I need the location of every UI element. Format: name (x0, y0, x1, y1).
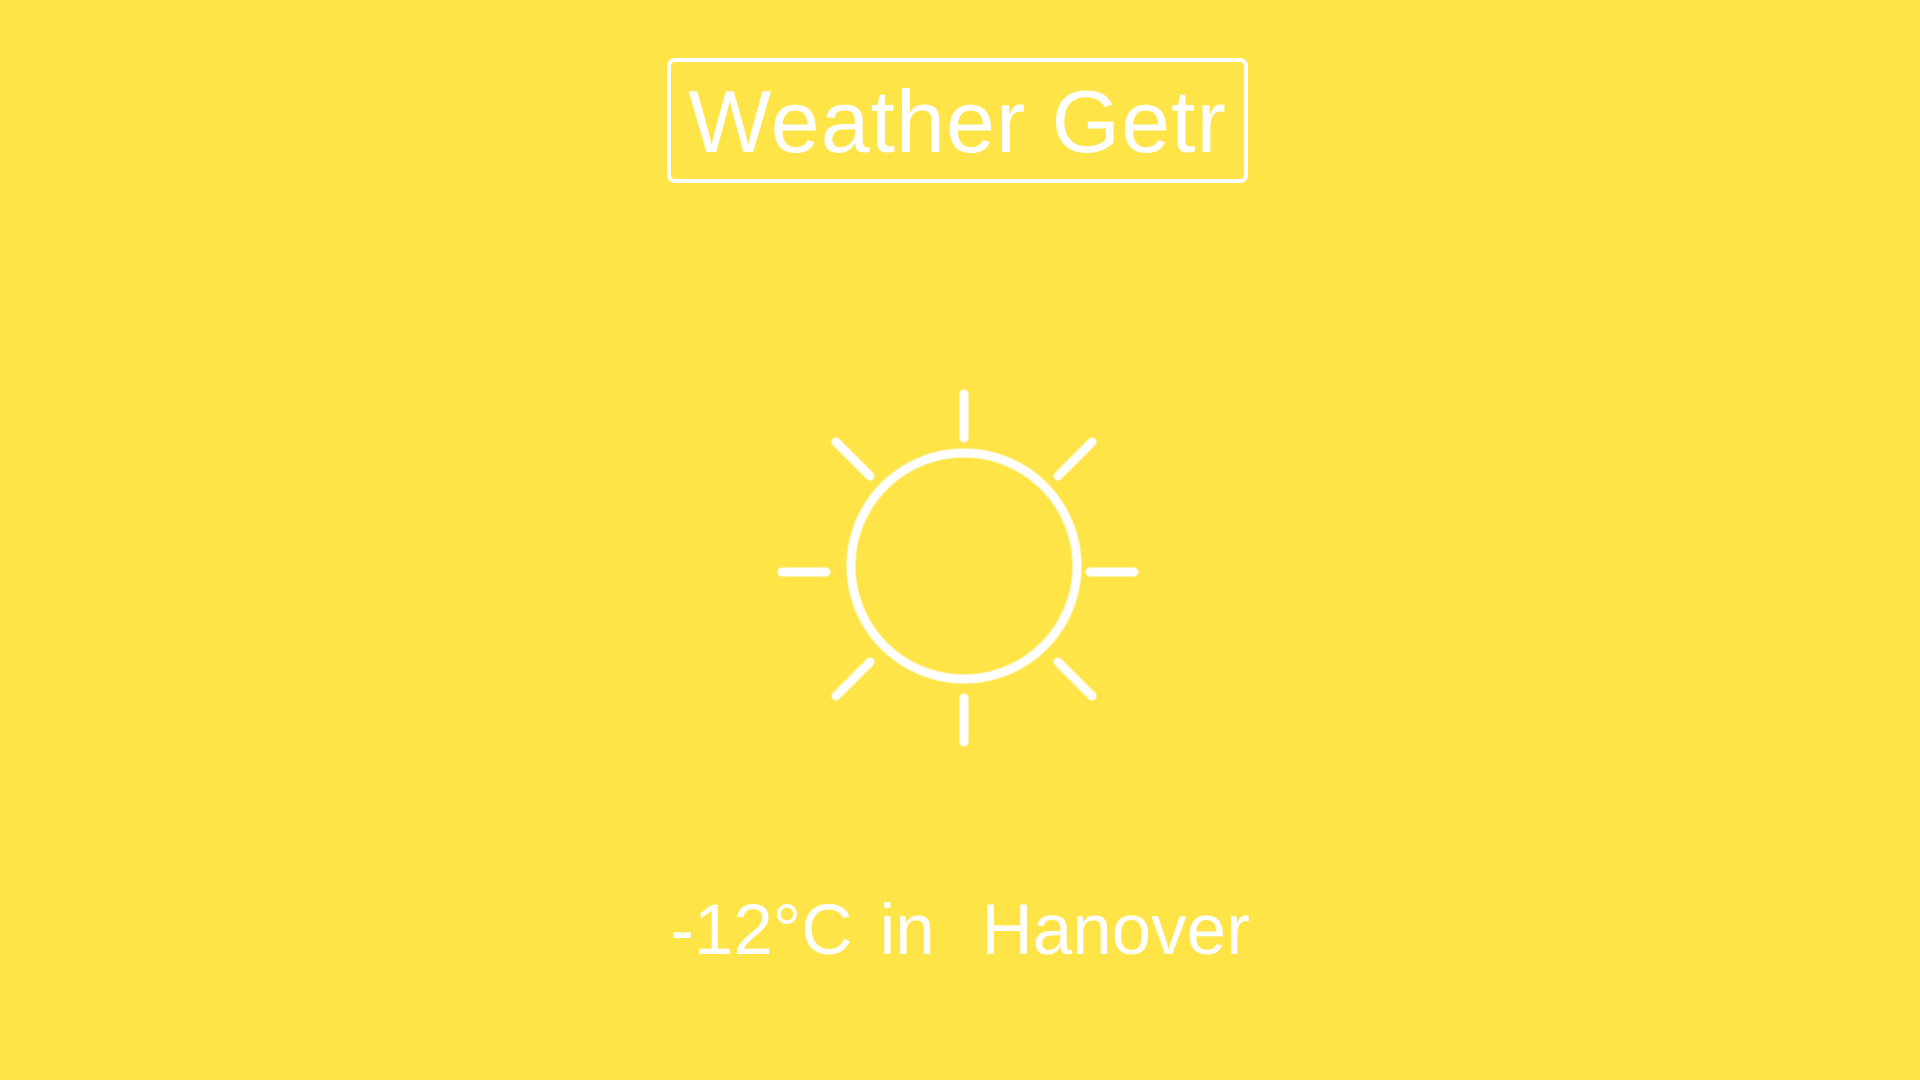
current-weather-status: -12°C in Hanover (0, 895, 1920, 966)
weather-app: Weather Getr -12°C in Hanover (0, 0, 1920, 1080)
app-title: Weather Getr (688, 71, 1227, 171)
temperature-value: -12°C (670, 891, 853, 970)
location-connector: in (879, 891, 935, 970)
app-title-box: Weather Getr (667, 58, 1248, 183)
sun-icon (774, 382, 1154, 762)
location-name: Hanover (981, 891, 1250, 970)
